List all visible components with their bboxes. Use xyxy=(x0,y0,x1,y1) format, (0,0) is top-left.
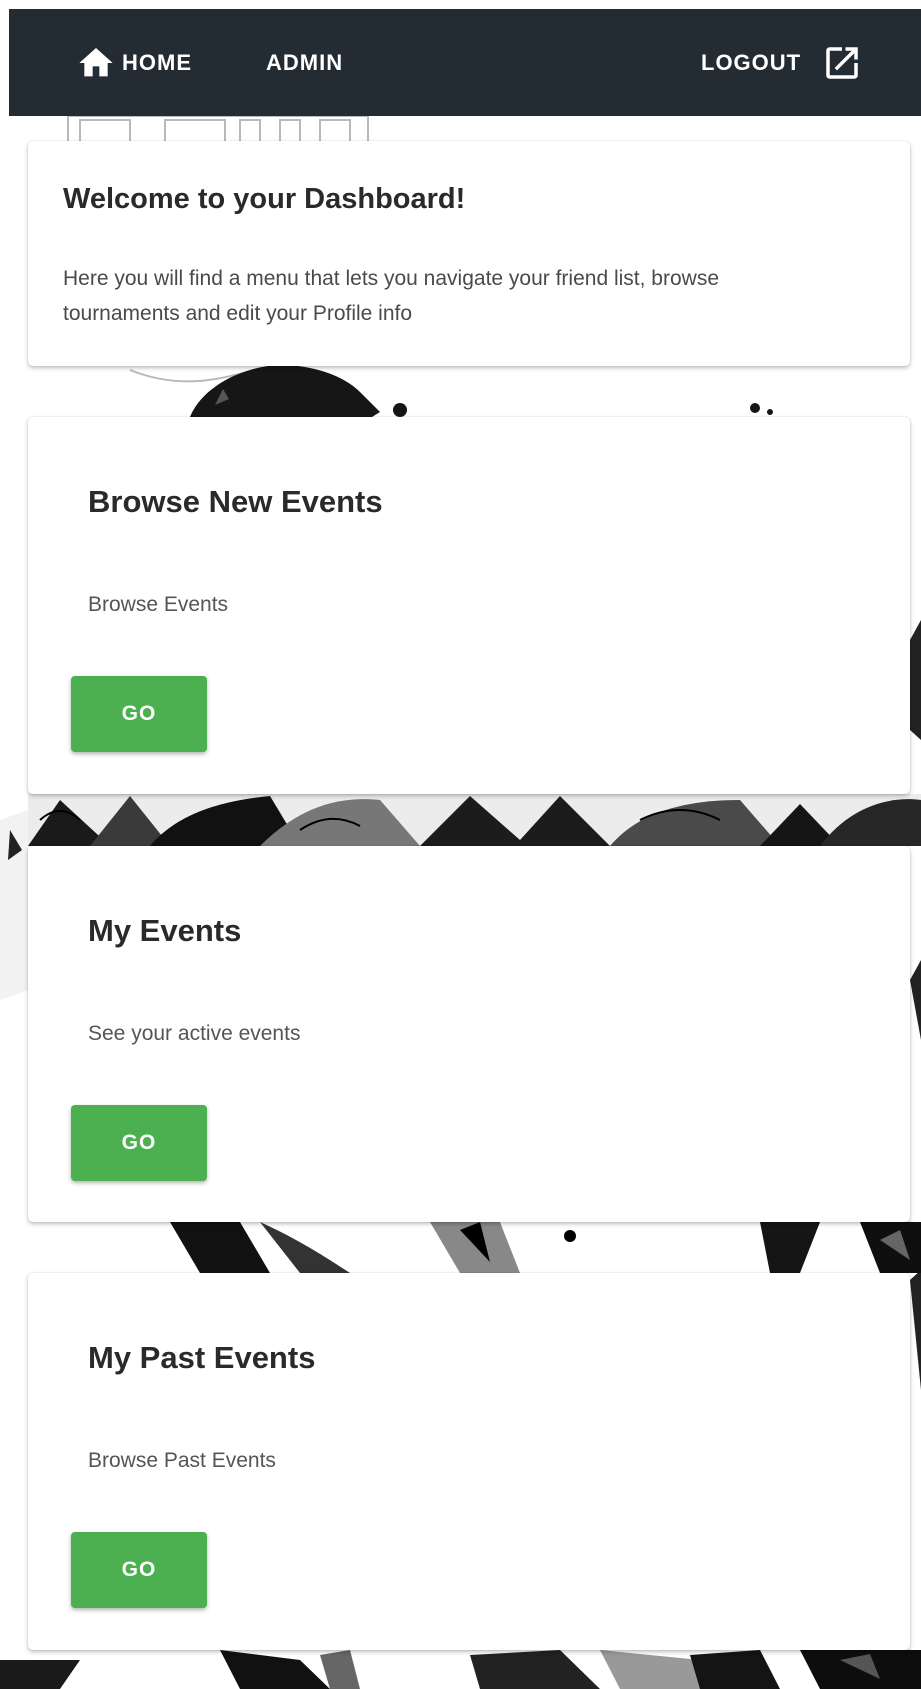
card-title: My Past Events xyxy=(88,1340,316,1375)
browse-events-go-button[interactable]: GO xyxy=(71,676,207,752)
my-past-events-card: My Past Events Browse Past Events GO xyxy=(28,1273,910,1650)
card-title: My Events xyxy=(88,913,242,948)
card-subtitle: Browse Past Events xyxy=(88,1449,276,1472)
nav-home-link[interactable]: HOME xyxy=(74,9,192,116)
welcome-card: Welcome to your Dashboard! Here you will… xyxy=(28,141,910,366)
nav-admin-label: ADMIN xyxy=(266,49,344,75)
nav-logout-link[interactable]: LOGOUT xyxy=(701,9,863,116)
home-icon xyxy=(79,47,113,76)
nav-home-label: HOME xyxy=(122,49,192,75)
my-events-go-button[interactable]: GO xyxy=(71,1105,207,1181)
top-navbar: HOME ADMIN LOGOUT xyxy=(9,9,921,116)
past-events-go-button[interactable]: GO xyxy=(71,1532,207,1608)
my-events-card: My Events See your active events GO xyxy=(28,846,910,1222)
nav-logout-label: LOGOUT xyxy=(701,49,802,75)
card-title: Browse New Events xyxy=(88,484,383,519)
nav-admin-link[interactable]: ADMIN xyxy=(266,9,343,116)
welcome-description: Here you will find a menu that lets you … xyxy=(63,267,719,325)
browse-new-events-card: Browse New Events Browse Events GO xyxy=(28,417,910,794)
card-subtitle: See your active events xyxy=(88,1022,301,1045)
welcome-title: Welcome to your Dashboard! xyxy=(63,183,466,215)
card-subtitle: Browse Events xyxy=(88,593,229,616)
external-link-icon xyxy=(826,46,858,79)
